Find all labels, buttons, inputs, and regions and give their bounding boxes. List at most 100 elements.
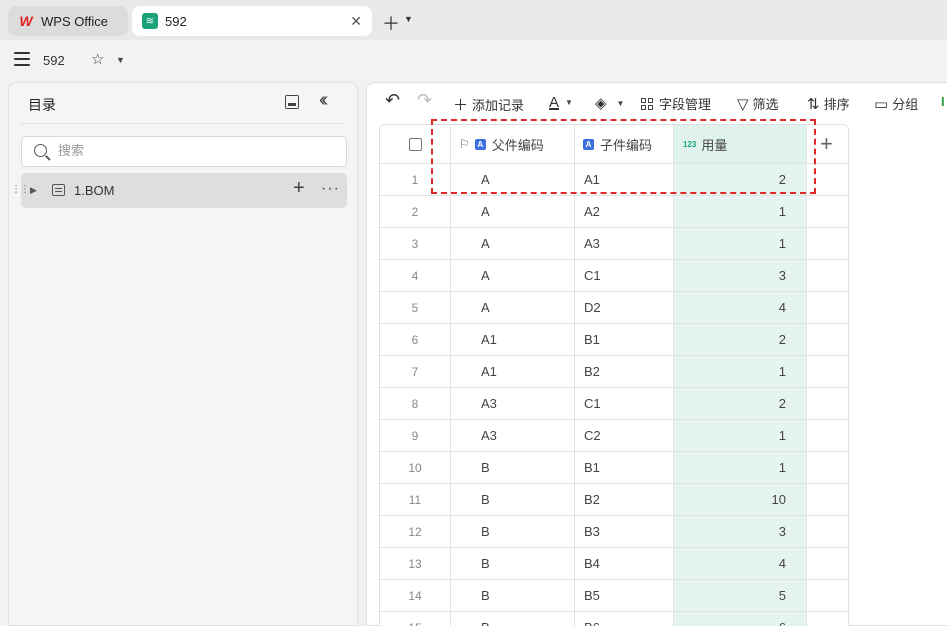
table-row[interactable]: 3 A A3 1 [380, 228, 848, 260]
cell-child-code[interactable]: C1 [575, 388, 674, 419]
cell-child-code[interactable]: B4 [575, 548, 674, 579]
column-header-parent[interactable]: ⚐ A 父件编码 [451, 125, 575, 163]
chevron-down-icon[interactable]: ▼ [116, 55, 125, 65]
table-row[interactable]: 8 A3 C1 2 [380, 388, 848, 420]
table-row[interactable]: 4 A C1 3 [380, 260, 848, 292]
table-row[interactable]: 14 B B5 5 [380, 580, 848, 612]
undo-icon[interactable]: ↶ [385, 90, 400, 111]
table-row[interactable]: 12 B B3 3 [380, 516, 848, 548]
fill-color-button[interactable]: ◈ ▼ [595, 94, 624, 112]
cell-parent-code[interactable]: B [451, 484, 575, 515]
cell-parent-code[interactable]: A1 [451, 356, 575, 387]
cell-child-code[interactable]: A2 [575, 196, 674, 227]
tab-wps-office[interactable]: W WPS Office [8, 6, 128, 36]
column-header-label: 子件编码 [600, 137, 653, 153]
cell-quantity[interactable]: 5 [674, 580, 807, 611]
cell-quantity[interactable]: 1 [674, 228, 807, 259]
field-manage-button[interactable]: 字段管理 [641, 94, 711, 113]
cell-parent-code[interactable]: A [451, 228, 575, 259]
cell-quantity[interactable]: 1 [674, 452, 807, 483]
cell-quantity[interactable]: 4 [674, 548, 807, 579]
row-number: 12 [380, 516, 451, 547]
cell-child-code[interactable]: B6 [575, 612, 674, 626]
header-row: ⚐ A 父件编码 A 子件编码 123 用量 + [380, 125, 848, 164]
group-button[interactable]: ▭ 分组 [874, 94, 918, 113]
new-tab-plus-icon[interactable]: ＋ [382, 10, 400, 36]
column-header-label: 父件编码 [491, 137, 544, 153]
table-row[interactable]: 7 A1 B2 1 [380, 356, 848, 388]
sort-button[interactable]: ⇅ 排序 [807, 94, 850, 113]
table-row[interactable]: 13 B B4 4 [380, 548, 848, 580]
cell-child-code[interactable]: A1 [575, 164, 674, 195]
column-header-qty[interactable]: 123 用量 [674, 125, 807, 163]
font-color-button[interactable]: A ▼ [549, 94, 573, 111]
cell-quantity[interactable]: 6 [674, 612, 807, 626]
star-icon[interactable]: ☆ [91, 50, 104, 68]
add-icon[interactable]: + [293, 177, 305, 200]
cell-parent-code[interactable]: A [451, 196, 575, 227]
grid-icon [641, 97, 653, 110]
search-input[interactable] [58, 143, 318, 158]
collapse-sidebar-icon[interactable]: ‹‹ [319, 89, 329, 112]
cell-parent-code[interactable]: B [451, 452, 575, 483]
cell-parent-code[interactable]: B [451, 516, 575, 547]
cell-parent-code[interactable]: A [451, 260, 575, 291]
cell-child-code[interactable]: C1 [575, 260, 674, 291]
close-icon[interactable]: ✕ [350, 13, 362, 30]
expand-arrow-icon[interactable]: ▶ [30, 185, 37, 196]
chevron-down-icon[interactable]: ▼ [404, 14, 413, 24]
cell-child-code[interactable]: B1 [575, 452, 674, 483]
table-row[interactable]: 15BB66 [380, 612, 848, 626]
cell-quantity[interactable]: 2 [674, 324, 807, 355]
document-title: 592 [43, 53, 65, 68]
cell-parent-code[interactable]: B [451, 548, 575, 579]
cell-parent-code[interactable]: B [451, 580, 575, 611]
cell-parent-code[interactable]: A3 [451, 388, 575, 419]
panel-toggle-icon[interactable] [285, 95, 299, 109]
cell-parent-code[interactable]: A3 [451, 420, 575, 451]
cell-parent-code[interactable]: A1 [451, 324, 575, 355]
table-row[interactable]: 1 A A1 2 [380, 164, 848, 196]
column-header-child[interactable]: A 子件编码 [575, 125, 674, 163]
filter-button[interactable]: ▽ 筛选 [737, 94, 779, 113]
cell-child-code[interactable]: B2 [575, 356, 674, 387]
cell-quantity[interactable]: 2 [674, 164, 807, 195]
cell-child-code[interactable]: C2 [575, 420, 674, 451]
cell-child-code[interactable]: D2 [575, 292, 674, 323]
cell-child-code[interactable]: B2 [575, 484, 674, 515]
cell-child-code[interactable]: B5 [575, 580, 674, 611]
table-row[interactable]: 10 B B1 1 [380, 452, 848, 484]
redo-icon[interactable]: ↷ [417, 90, 432, 111]
cell-quantity[interactable]: 3 [674, 516, 807, 547]
cell-quantity[interactable]: 1 [674, 420, 807, 451]
add-record-button[interactable]: ＋添加记录 [453, 94, 524, 115]
folder-icon: ▭ [874, 95, 889, 113]
menu-icon[interactable] [14, 52, 30, 66]
cell-quantity[interactable]: 1 [674, 196, 807, 227]
cell-quantity[interactable]: 2 [674, 388, 807, 419]
more-toolbar-icon[interactable]: I [941, 94, 945, 109]
column-header-label: 用量 [701, 137, 728, 153]
cell-quantity[interactable]: 3 [674, 260, 807, 291]
sidebar-search[interactable] [21, 136, 347, 167]
table-row[interactable]: 2 A A2 1 [380, 196, 848, 228]
cell-child-code[interactable]: B3 [575, 516, 674, 547]
table-row[interactable]: 5 A D2 4 [380, 292, 848, 324]
cell-quantity[interactable]: 10 [674, 484, 807, 515]
cell-quantity[interactable]: 1 [674, 356, 807, 387]
drag-handle-icon[interactable]: ⋮⋮ [11, 184, 30, 195]
tab-document[interactable]: ≋ 592 ✕ [132, 6, 372, 36]
select-all-checkbox[interactable] [408, 137, 422, 151]
sidebar-item-bom[interactable]: ⋮⋮ ▶ 1.BOM + ··· [11, 173, 347, 208]
cell-parent-code[interactable]: A [451, 292, 575, 323]
cell-parent-code[interactable]: B [451, 612, 575, 626]
cell-child-code[interactable]: B1 [575, 324, 674, 355]
add-column-icon[interactable]: + [820, 131, 833, 157]
table-row[interactable]: 11 B B2 10 [380, 484, 848, 516]
table-row[interactable]: 9 A3 C2 1 [380, 420, 848, 452]
more-icon[interactable]: ··· [321, 180, 340, 198]
cell-quantity[interactable]: 4 [674, 292, 807, 323]
cell-child-code[interactable]: A3 [575, 228, 674, 259]
table-row[interactable]: 6 A1 B1 2 [380, 324, 848, 356]
cell-parent-code[interactable]: A [451, 164, 575, 195]
